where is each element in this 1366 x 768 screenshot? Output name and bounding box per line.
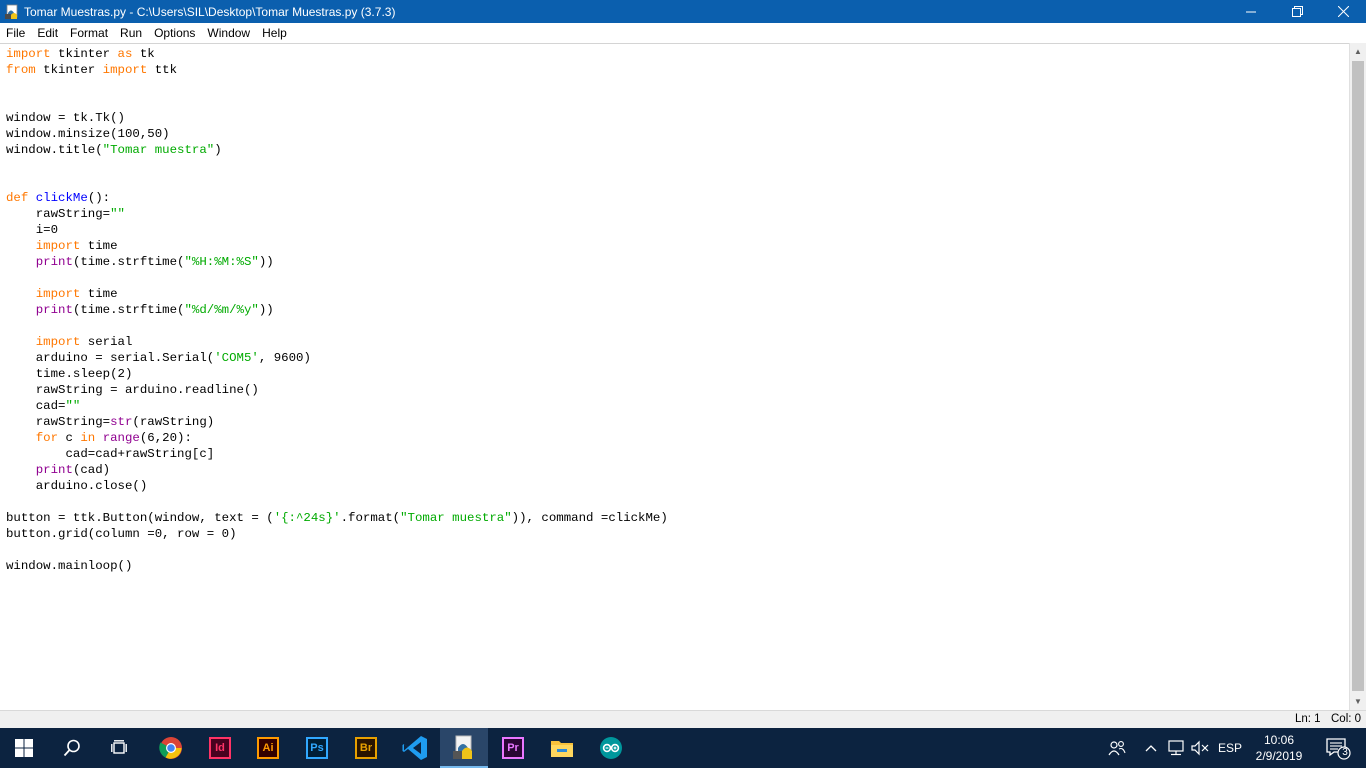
start-button[interactable] <box>0 728 48 768</box>
windows-start-icon <box>15 739 33 757</box>
notification-count: 3 <box>1342 747 1348 758</box>
close-button[interactable] <box>1320 0 1366 23</box>
menu-bar: File Edit Format Run Options Window Help <box>0 23 1366 43</box>
scroll-up-button[interactable]: ▲ <box>1350 43 1366 60</box>
python-idle-icon <box>5 4 18 19</box>
taskbar-arduino[interactable] <box>587 728 635 768</box>
taskbar-bridge[interactable]: Br <box>342 728 390 768</box>
chrome-icon <box>159 737 182 759</box>
menu-window[interactable]: Window <box>201 23 256 43</box>
volume-muted-icon <box>1191 740 1209 756</box>
menu-run[interactable]: Run <box>114 23 148 43</box>
clock-time: 10:06 <box>1263 733 1295 747</box>
indesign-icon: Id <box>209 737 231 759</box>
volume-button[interactable] <box>1189 728 1211 768</box>
bridge-icon: Br <box>355 737 377 759</box>
network-button[interactable] <box>1165 728 1187 768</box>
action-center-button[interactable]: 3 <box>1318 728 1358 768</box>
vscode-icon <box>402 736 427 760</box>
clock-button[interactable]: 10:06 2/9/2019 <box>1250 730 1308 768</box>
arrow-down-icon: ▼ <box>1354 697 1362 706</box>
arduino-icon <box>600 737 622 759</box>
code-editor[interactable]: import tkinter as tk from tkinter import… <box>0 43 1349 711</box>
close-icon <box>1337 6 1349 17</box>
python-idle-taskbar-icon <box>453 735 472 759</box>
menu-help[interactable]: Help <box>256 23 293 43</box>
taskbar: Id Ai Ps Br Pr ESP 10:06 2/9/2019 3 <box>0 728 1366 768</box>
menu-format[interactable]: Format <box>64 23 114 43</box>
line-number: Ln: 1 <box>1295 713 1321 725</box>
column-number: Col: 0 <box>1331 713 1362 725</box>
taskbar-premiere[interactable]: Pr <box>489 728 537 768</box>
search-icon <box>63 739 80 757</box>
taskbar-python-idle[interactable] <box>440 728 488 768</box>
menu-file[interactable]: File <box>0 23 31 43</box>
people-button[interactable] <box>1105 728 1129 768</box>
scrollbar-thumb[interactable] <box>1352 61 1364 691</box>
vertical-scrollbar[interactable]: ▲ ▼ <box>1349 43 1366 710</box>
people-icon <box>1108 741 1126 756</box>
show-hidden-icons-button[interactable] <box>1143 728 1159 768</box>
arrow-up-icon: ▲ <box>1354 47 1362 56</box>
window-title: Tomar Muestras.py - C:\Users\SIL\Desktop… <box>24 4 396 19</box>
restore-button[interactable] <box>1274 0 1320 23</box>
clock-date: 2/9/2019 <box>1255 749 1303 763</box>
minimize-button[interactable] <box>1228 0 1274 23</box>
illustrator-icon: Ai <box>257 737 279 759</box>
status-bar: Ln: 1 Col: 0 <box>0 710 1366 728</box>
scroll-down-button[interactable]: ▼ <box>1350 693 1366 710</box>
taskbar-vscode[interactable] <box>391 728 439 768</box>
restore-icon <box>1291 6 1303 17</box>
title-bar[interactable]: Tomar Muestras.py - C:\Users\SIL\Desktop… <box>0 0 1366 23</box>
network-icon <box>1168 740 1184 756</box>
photoshop-icon: Ps <box>306 737 328 759</box>
input-language-button[interactable]: ESP <box>1214 728 1246 768</box>
taskbar-file-explorer[interactable] <box>538 728 586 768</box>
premiere-icon: Pr <box>502 737 524 759</box>
task-view-button[interactable] <box>96 728 144 768</box>
minimize-icon <box>1246 11 1256 12</box>
search-button[interactable] <box>48 728 96 768</box>
taskbar-indesign[interactable]: Id <box>196 728 244 768</box>
taskbar-illustrator[interactable]: Ai <box>244 728 292 768</box>
code-text[interactable]: import tkinter as tk from tkinter import… <box>6 46 668 574</box>
menu-edit[interactable]: Edit <box>31 23 64 43</box>
taskbar-photoshop[interactable]: Ps <box>293 728 341 768</box>
menu-options[interactable]: Options <box>148 23 201 43</box>
task-view-icon <box>111 740 127 754</box>
folder-icon <box>551 741 573 757</box>
taskbar-chrome[interactable] <box>147 728 195 768</box>
chevron-up-icon <box>1145 745 1157 752</box>
